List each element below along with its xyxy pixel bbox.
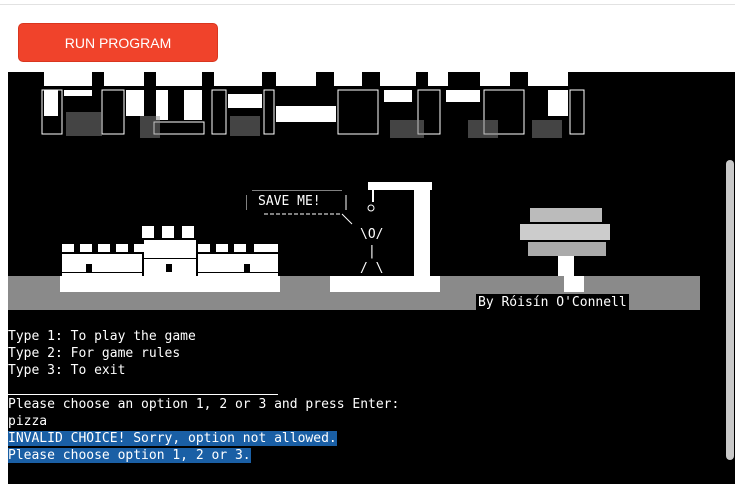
terminal-line: Type 1: To play the game [8, 329, 196, 344]
error-message: INVALID CHOICE! Sorry, option not allowe… [8, 431, 337, 446]
top-divider [0, 4, 735, 5]
terminal-line: Type 3: To exit [8, 363, 126, 378]
svg-text:\O/: \O/ [360, 227, 383, 242]
ground-right-block [564, 276, 584, 292]
terminal-scrollbar-thumb[interactable] [726, 160, 734, 460]
error-hint: Please choose option 1, 2 or 3. [8, 448, 251, 463]
svg-text:|: | [368, 244, 376, 259]
ground-left-block [60, 276, 280, 292]
author-byline: By Róisín O'Connell [476, 294, 629, 311]
run-program-button[interactable]: RUN PROGRAM [18, 23, 218, 62]
speech-bubble-text: SAVE ME! [258, 194, 321, 209]
terminal-line: Type 2: For game rules [8, 346, 181, 361]
ground-mid-block [330, 276, 440, 292]
title-banner-art [41, 72, 585, 138]
terminal-prompt: Please choose an option 1, 2 or 3 and pr… [8, 397, 400, 412]
terminal[interactable]: SAVE ME! \O/ | / \ By Róisín O'Connell T… [8, 72, 735, 484]
terminal-user-input: pizza [8, 414, 48, 429]
svg-text:/ \: / \ [360, 261, 383, 276]
terminal-output: Type 1: To play the game Type 2: For gam… [8, 328, 399, 464]
